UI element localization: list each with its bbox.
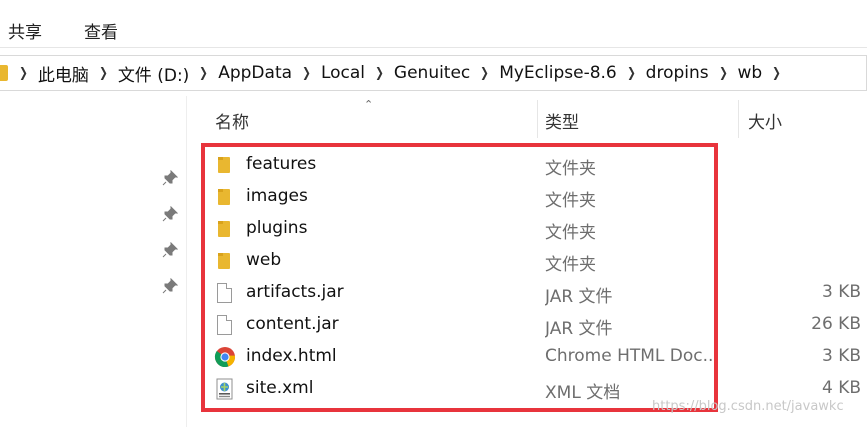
file-size: 4 KB	[821, 378, 861, 398]
list-item[interactable]: images 文件夹	[187, 181, 867, 213]
file-name: content.jar	[246, 314, 339, 334]
breadcrumb-item[interactable]: AppData	[213, 63, 297, 83]
file-name: images	[246, 186, 308, 206]
column-divider[interactable]	[537, 100, 538, 138]
file-type: JAR 文件	[545, 287, 613, 307]
chevron-right-icon[interactable]: ❯	[196, 66, 211, 81]
address-bar[interactable]: ❯ 此电脑 ❯ 文件 (D:) ❯ AppData ❯ Local ❯ Genu…	[0, 55, 867, 91]
tab-share[interactable]: 共享	[8, 18, 42, 43]
column-header: 名称 类型 大小	[187, 96, 867, 142]
folder-icon	[215, 187, 235, 207]
chevron-right-icon[interactable]: ❯	[372, 66, 387, 81]
chevron-right-icon[interactable]: ❯	[16, 66, 31, 81]
list-item[interactable]: index.html Chrome HTML Doc... 3 KB	[187, 341, 867, 373]
column-header-name[interactable]: 名称	[215, 108, 249, 133]
chevron-right-icon[interactable]: ❯	[769, 66, 784, 81]
column-header-type[interactable]: 类型	[545, 108, 579, 133]
folder-icon	[0, 65, 8, 81]
file-size: 3 KB	[821, 282, 861, 302]
file-name: web	[246, 250, 282, 270]
chevron-right-icon[interactable]: ❯	[716, 66, 731, 81]
chevron-right-icon[interactable]: ❯	[299, 66, 314, 81]
chrome-icon	[214, 347, 236, 368]
file-size: 26 KB	[811, 314, 861, 334]
tab-view[interactable]: 查看	[84, 18, 118, 43]
file-name: index.html	[246, 346, 337, 366]
list-item[interactable]: web 文件夹	[187, 245, 867, 277]
breadcrumb-item[interactable]: 文件 (D:)	[113, 61, 195, 86]
breadcrumb-item[interactable]: 此电脑	[33, 61, 94, 86]
pin-icon[interactable]	[162, 278, 178, 294]
file-type: Chrome HTML Doc...	[545, 346, 719, 366]
file-type: 文件夹	[545, 255, 596, 275]
file-type: JAR 文件	[545, 319, 613, 339]
file-type: 文件夹	[545, 191, 596, 211]
file-name: artifacts.jar	[246, 282, 344, 302]
file-name: features	[246, 154, 317, 174]
ribbon: 共享 查看	[0, 0, 867, 48]
column-header-size[interactable]: 大小	[748, 108, 782, 133]
folder-icon	[215, 251, 235, 271]
column-divider[interactable]	[738, 100, 739, 138]
list-item[interactable]: features 文件夹	[187, 149, 867, 181]
pin-icon[interactable]	[162, 170, 178, 186]
pin-icon[interactable]	[162, 206, 178, 222]
file-type: 文件夹	[545, 223, 596, 243]
file-icon	[215, 315, 235, 335]
chevron-right-icon[interactable]: ❯	[477, 66, 492, 81]
chevron-right-icon[interactable]: ❯	[96, 66, 111, 81]
list-item[interactable]: artifacts.jar JAR 文件 3 KB	[187, 277, 867, 309]
watermark: https://blog.csdn.net/javawkc	[652, 399, 844, 414]
xml-file-icon	[215, 378, 235, 400]
chevron-right-icon[interactable]: ❯	[624, 66, 639, 81]
list-item[interactable]: content.jar JAR 文件 26 KB	[187, 309, 867, 341]
file-size: 3 KB	[821, 346, 861, 366]
breadcrumb-item[interactable]: MyEclipse-8.6	[494, 63, 622, 83]
navigation-pane	[0, 96, 186, 427]
breadcrumb: ❯ 此电脑 ❯ 文件 (D:) ❯ AppData ❯ Local ❯ Genu…	[14, 56, 786, 90]
list-item[interactable]: plugins 文件夹	[187, 213, 867, 245]
breadcrumb-item[interactable]: dropins	[641, 63, 714, 83]
file-icon	[215, 283, 235, 303]
folder-icon	[215, 155, 235, 175]
folder-icon	[215, 219, 235, 239]
file-name: site.xml	[246, 378, 314, 398]
pin-icon[interactable]	[162, 242, 178, 258]
breadcrumb-item[interactable]: Local	[316, 63, 370, 83]
breadcrumb-item[interactable]: Genuitec	[389, 63, 475, 83]
file-type: 文件夹	[545, 159, 596, 179]
breadcrumb-item[interactable]: wb	[733, 63, 768, 83]
file-name: plugins	[246, 218, 308, 238]
